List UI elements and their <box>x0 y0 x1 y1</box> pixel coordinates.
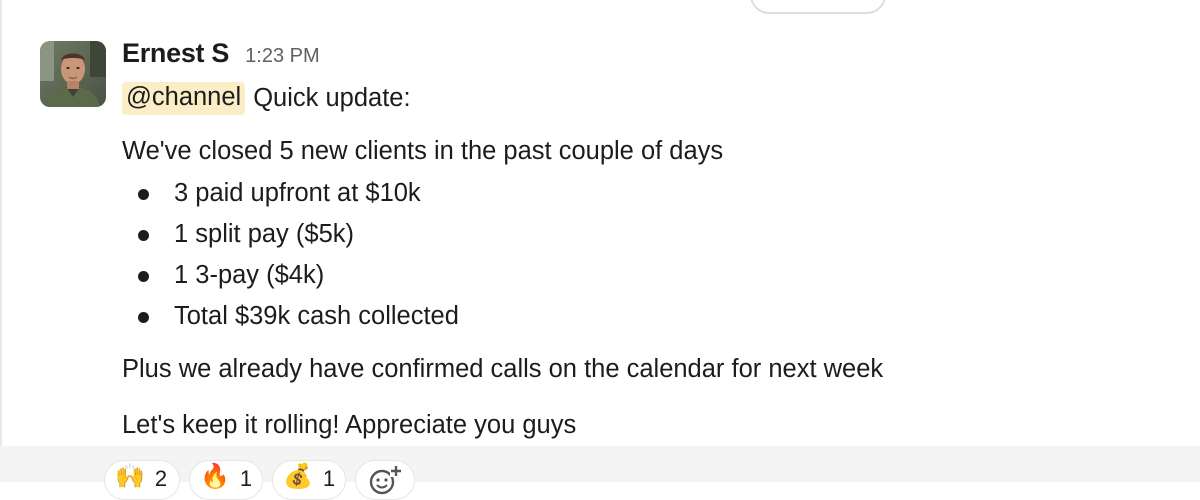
message-paragraph: We've closed 5 new clients in the past c… <box>122 137 724 165</box>
message-header: Ernest S 1:23 PM <box>122 38 320 74</box>
message-intro-line: @channel Quick update: <box>122 82 411 115</box>
reaction-count: 1 <box>322 466 336 491</box>
message-timestamp[interactable]: 1:23 PM <box>245 45 319 68</box>
reaction-count: 1 <box>239 466 253 491</box>
list-item-text: 1 split pay ($5k) <box>174 220 354 248</box>
message-bullet-list: 3 paid upfront at $10k 1 split pay ($5k)… <box>122 173 459 337</box>
bullet-icon <box>138 271 149 282</box>
avatar[interactable] <box>40 41 106 107</box>
message-paragraph: Let's keep it rolling! Appreciate you gu… <box>122 411 577 439</box>
bullet-icon <box>138 312 149 323</box>
reaction-count: 2 <box>154 466 168 491</box>
message-actions-toolbar[interactable] <box>750 0 886 14</box>
channel-mention[interactable]: @channel <box>122 82 246 115</box>
list-item: 1 split pay ($5k) <box>122 214 459 255</box>
avatar-image <box>40 41 106 107</box>
reaction-raised-hands[interactable]: 🙌 2 <box>104 460 180 500</box>
message-paragraph: Plus we already have confirmed calls on … <box>122 355 884 383</box>
reaction-fire[interactable]: 🔥 1 <box>189 460 263 500</box>
intro-text: Quick update: <box>253 84 411 112</box>
reactions-bar <box>0 446 1200 482</box>
fire-icon: 🔥 <box>200 463 230 490</box>
money-bag-icon: 💰 <box>283 463 313 490</box>
reaction-money-bag[interactable]: 💰 1 <box>272 460 346 500</box>
add-reaction-button[interactable] <box>355 460 415 500</box>
add-reaction-icon <box>369 465 402 495</box>
list-item: 3 paid upfront at $10k <box>122 173 459 214</box>
list-item: Total $39k cash collected <box>122 296 459 337</box>
bullet-icon <box>138 189 149 200</box>
list-item: 1 3-pay ($4k) <box>122 255 459 296</box>
bullet-icon <box>138 230 149 241</box>
list-item-text: 3 paid upfront at $10k <box>174 179 421 207</box>
raised-hands-icon: 🙌 <box>115 463 145 490</box>
author-name[interactable]: Ernest S <box>122 38 229 69</box>
list-item-text: 1 3-pay ($4k) <box>174 261 325 289</box>
message-pane-border <box>0 0 2 482</box>
list-item-text: Total $39k cash collected <box>174 302 459 330</box>
